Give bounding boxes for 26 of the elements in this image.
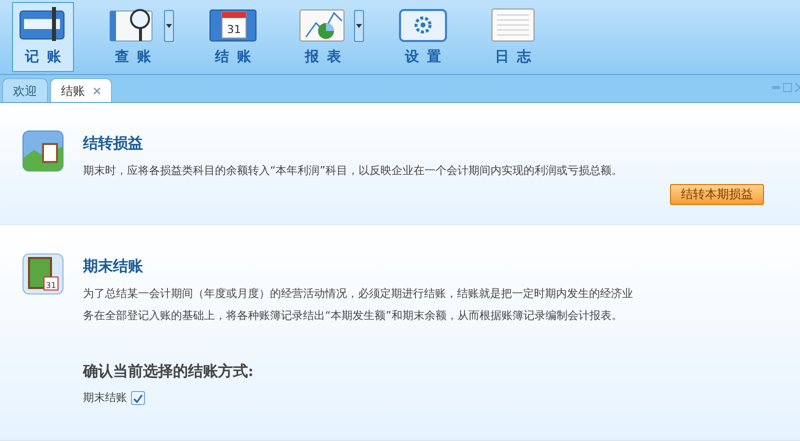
dropdown-button[interactable] bbox=[354, 10, 364, 42]
calendar-icon: 31 bbox=[208, 6, 258, 42]
toolbar-button[interactable]: 设置 bbox=[392, 2, 454, 72]
toolbar-button[interactable]: 查账 bbox=[102, 2, 164, 72]
section-title: 结转损益 bbox=[83, 133, 144, 154]
toolbar-button[interactable]: 记账 bbox=[12, 2, 74, 72]
section-description: 期末时，应将各损益类科目的余额转入“本年利润”科目，以反映企业在一个会计期间内实现的利润或亏损总额。 bbox=[83, 162, 624, 178]
book-calendar-icon: 31 bbox=[22, 253, 64, 295]
caret-icon bbox=[356, 24, 362, 28]
restore-icon[interactable] bbox=[783, 83, 792, 92]
section-title: 期末结账 bbox=[83, 256, 144, 277]
dropdown-button[interactable] bbox=[164, 10, 174, 42]
checkbox[interactable] bbox=[131, 391, 145, 406]
section-description: 为了总结某一会计期间（年度或月度）的经营活动情况，必须定期进行结账，结账就是把一定时期内发生的经济业务在全部登记入账的基础上，将各种账簿记录结出“本期发生额”和期末余额，从而根据账簿记录编制会计报表。 bbox=[83, 286, 634, 324]
gear-icon bbox=[398, 6, 448, 42]
caret-icon bbox=[166, 24, 172, 28]
transfer-button[interactable]: 结转本期损益 bbox=[670, 184, 764, 204]
toolbar-button[interactable]: 31 结账 bbox=[202, 2, 264, 72]
tab[interactable]: 结账 bbox=[50, 78, 112, 102]
option-label: 期末结账 bbox=[83, 390, 127, 406]
toolbar-button[interactable]: 日志 bbox=[482, 2, 544, 72]
check-icon bbox=[133, 394, 143, 403]
confirm-heading: 确认当前选择的结账方式: bbox=[83, 360, 255, 382]
tab[interactable]: 欢迎 bbox=[2, 78, 48, 102]
toolbar-button[interactable]: 报表 bbox=[292, 2, 354, 72]
chart-notepad-icon bbox=[22, 130, 64, 172]
